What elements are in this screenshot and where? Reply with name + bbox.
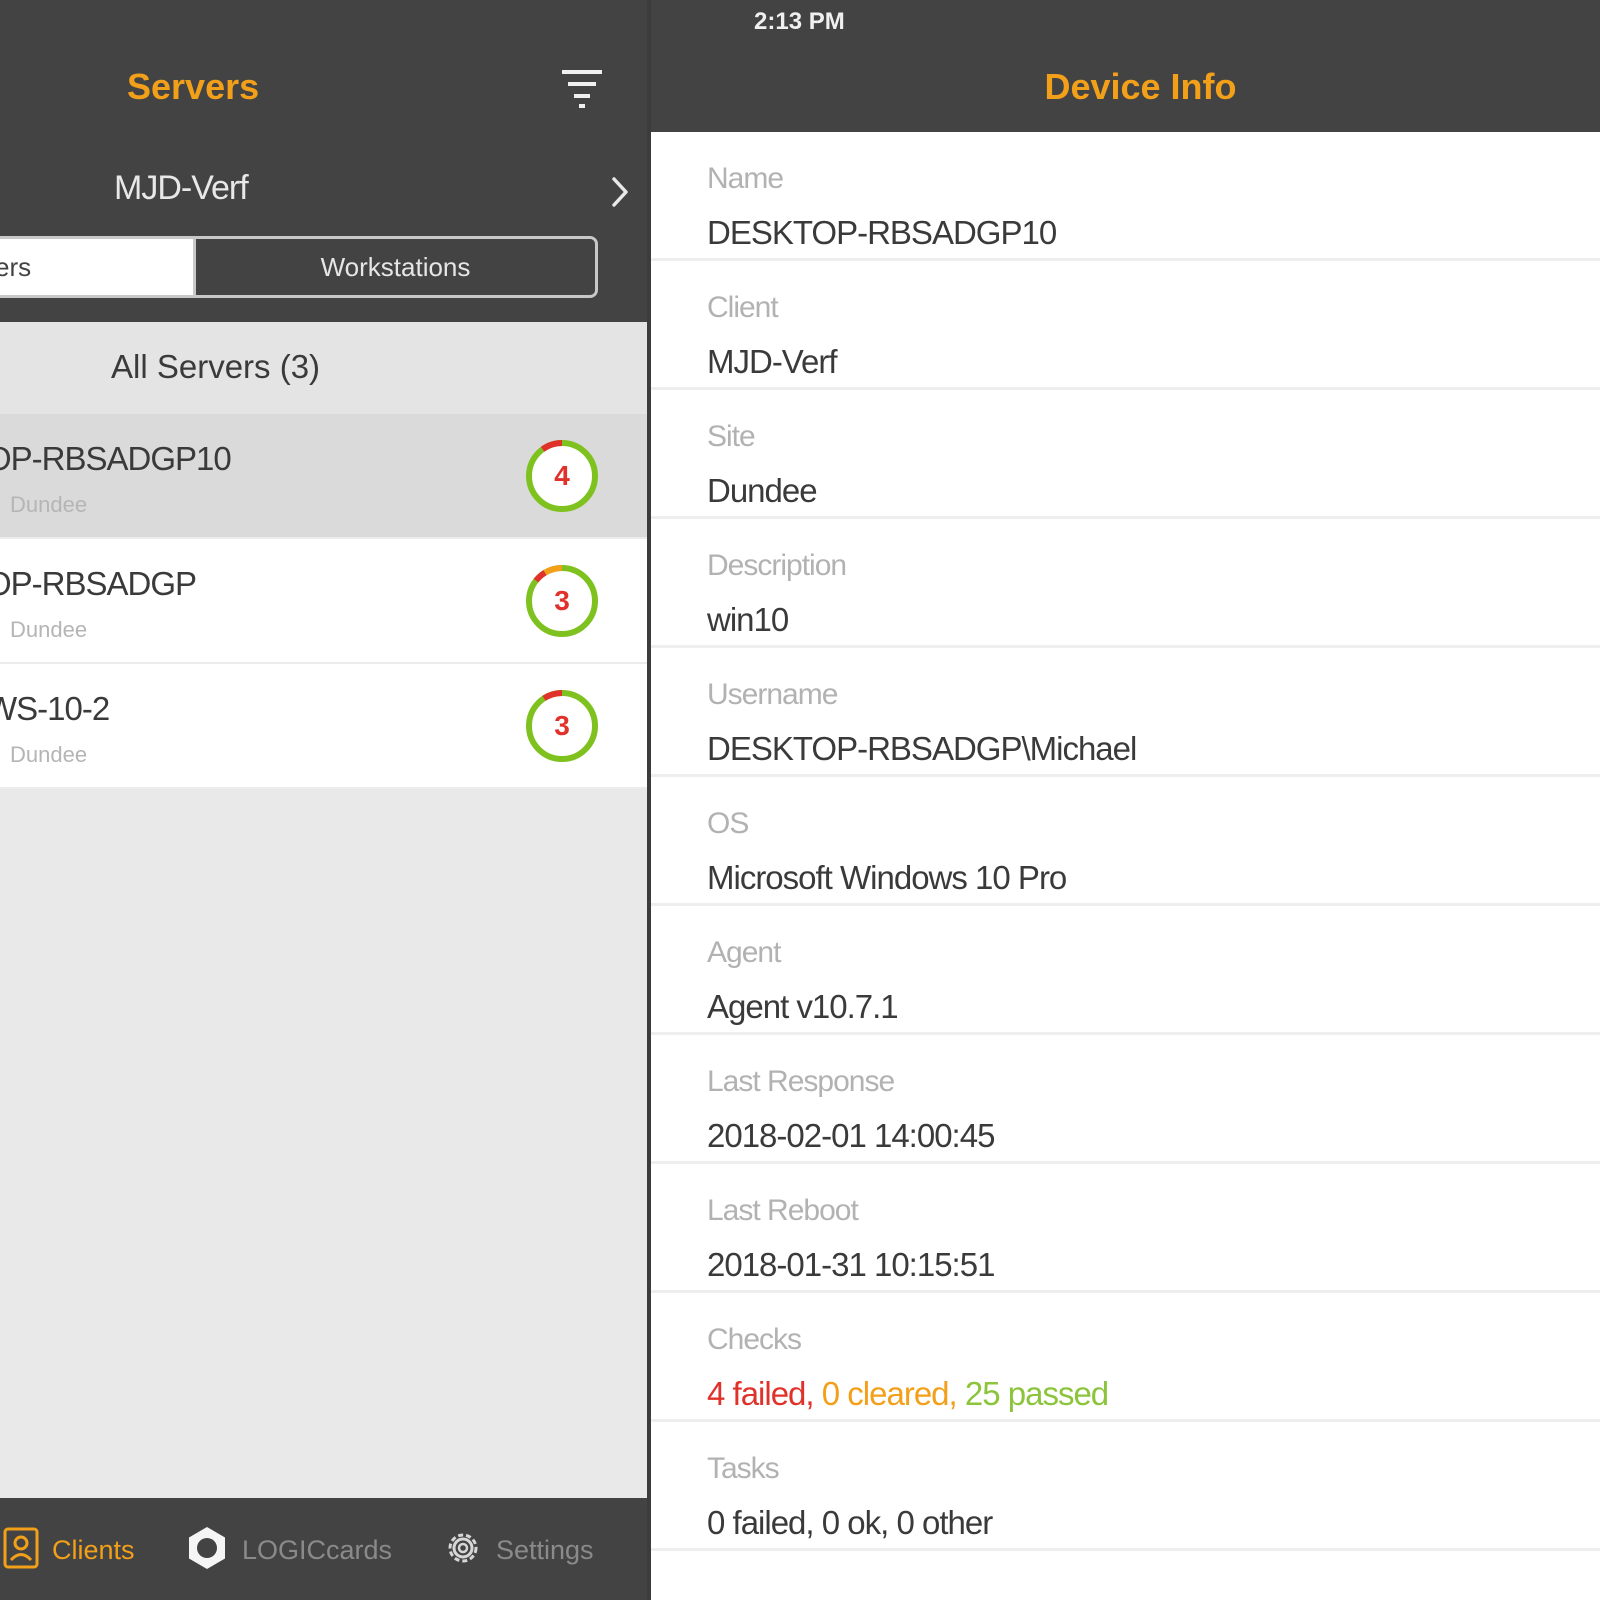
field-value: 0 failed, 0 ok, 0 other [707, 1504, 993, 1541]
device-site: Dundee [10, 492, 88, 517]
gear-icon [442, 1527, 484, 1574]
group-header: All Servers (3) [0, 322, 647, 414]
status-ring: 3 [524, 688, 600, 764]
field-label: Client [707, 291, 779, 324]
field-value: MJD-Verf [707, 343, 838, 380]
master-header: Servers MJD-Verf ers Workstations [0, 0, 647, 322]
field-label: Last Reboot [707, 1194, 859, 1227]
tab-logiccards[interactable]: LOGICcards [184, 1526, 393, 1572]
info-row-site: Site Dundee [651, 390, 1600, 519]
list-item[interactable]: WS-10-2 Dundee 3 [0, 664, 647, 789]
detail-header: 2:13 PM Device Info [651, 0, 1600, 132]
client-name: MJD-Verf [114, 169, 249, 207]
tab-settings[interactable]: Settings [442, 1528, 594, 1572]
field-label: Description [707, 549, 847, 582]
checks-passed: 25 passed [964, 1375, 1109, 1412]
device-list: OP-RBSADGP10 Dundee 4 OP-RBSADGP Dundee … [0, 414, 647, 789]
info-row-os: OS Microsoft Windows 10 Pro [651, 777, 1600, 906]
filter-icon[interactable] [560, 66, 604, 110]
detail-pane: 2:13 PM Device Info Name DESKTOP-RBSADGP… [651, 0, 1600, 1600]
tab-settings-label: Settings [496, 1534, 594, 1565]
status-bar-time: 2:13 PM [754, 8, 845, 35]
field-value: 2018-01-31 10:15:51 [707, 1246, 995, 1283]
field-value: Dundee [707, 472, 818, 509]
field-label: Username [707, 678, 838, 711]
device-name: OP-RBSADGP10 [0, 440, 232, 477]
detail-title: Device Info [1044, 66, 1237, 107]
field-label: Site [707, 420, 756, 453]
field-value: win10 [707, 601, 789, 638]
tab-clients[interactable]: Clients [2, 1527, 135, 1574]
client-selector[interactable]: MJD-Verf [0, 155, 647, 225]
info-row-checks[interactable]: Checks 4 failed, 0 cleared, 25 passed [651, 1293, 1600, 1422]
failed-count: 4 [554, 460, 570, 491]
field-label: Name [707, 162, 784, 195]
field-label: Checks [707, 1323, 802, 1356]
info-row-name: Name DESKTOP-RBSADGP10 [651, 132, 1600, 261]
info-row-description: Description win10 [651, 519, 1600, 648]
device-name: OP-RBSADGP [0, 565, 197, 602]
list-item[interactable]: OP-RBSADGP10 Dundee 4 [0, 414, 647, 539]
device-site: Dundee [10, 742, 88, 767]
status-ring: 4 [524, 438, 600, 514]
info-row-last-response: Last Response 2018-02-01 14:00:45 [651, 1035, 1600, 1164]
chevron-right-icon [606, 175, 636, 209]
field-value: Agent v10.7.1 [707, 988, 899, 1025]
field-label: Last Response [707, 1065, 895, 1098]
tab-logiccards-label: LOGICcards [242, 1534, 393, 1565]
device-info-list: Name DESKTOP-RBSADGP10 Client MJD-Verf S… [651, 132, 1600, 1551]
field-value: DESKTOP-RBSADGP10 [707, 214, 1057, 251]
device-name: WS-10-2 [0, 690, 110, 727]
info-row-tasks[interactable]: Tasks 0 failed, 0 ok, 0 other [651, 1422, 1600, 1551]
tab-clients-label: Clients [52, 1534, 135, 1565]
status-ring: 3 [524, 563, 600, 639]
failed-count: 3 [554, 585, 570, 616]
group-title: All Servers (3) [111, 348, 321, 385]
field-label: OS [707, 807, 749, 840]
list-item[interactable]: OP-RBSADGP Dundee 3 [0, 539, 647, 664]
checks-cleared: 0 cleared [821, 1375, 950, 1412]
device-site: Dundee [10, 617, 88, 642]
field-value: DESKTOP-RBSADGP\Michael [707, 730, 1137, 767]
info-row-client: Client MJD-Verf [651, 261, 1600, 390]
clients-icon [2, 1527, 40, 1574]
info-row-agent: Agent Agent v10.7.1 [651, 906, 1600, 1035]
field-label: Agent [707, 936, 781, 969]
checks-separator: , [948, 1375, 965, 1412]
field-value: 2018-02-01 14:00:45 [707, 1117, 995, 1154]
segment-workstations[interactable]: Workstations [193, 239, 595, 295]
info-row-last-reboot: Last Reboot 2018-01-31 10:15:51 [651, 1164, 1600, 1293]
master-pane: Servers MJD-Verf ers Workstations All Se… [0, 0, 647, 1600]
tab-bar: Clients LOGICcards Settings [0, 1498, 647, 1600]
failed-count: 3 [554, 710, 570, 741]
checks-summary: 4 failed, 0 cleared, 25 passed [707, 1375, 1109, 1413]
field-label: Tasks [707, 1452, 780, 1485]
page-title: Servers [127, 66, 260, 107]
segment-servers[interactable]: ers [0, 239, 193, 295]
info-row-username: Username DESKTOP-RBSADGP\Michael [651, 648, 1600, 777]
checks-failed: 4 failed [707, 1375, 806, 1412]
field-value: Microsoft Windows 10 Pro [707, 859, 1067, 896]
device-type-segmented-control: ers Workstations [0, 236, 598, 298]
logiccards-icon [184, 1525, 230, 1576]
checks-separator: , [805, 1375, 822, 1412]
